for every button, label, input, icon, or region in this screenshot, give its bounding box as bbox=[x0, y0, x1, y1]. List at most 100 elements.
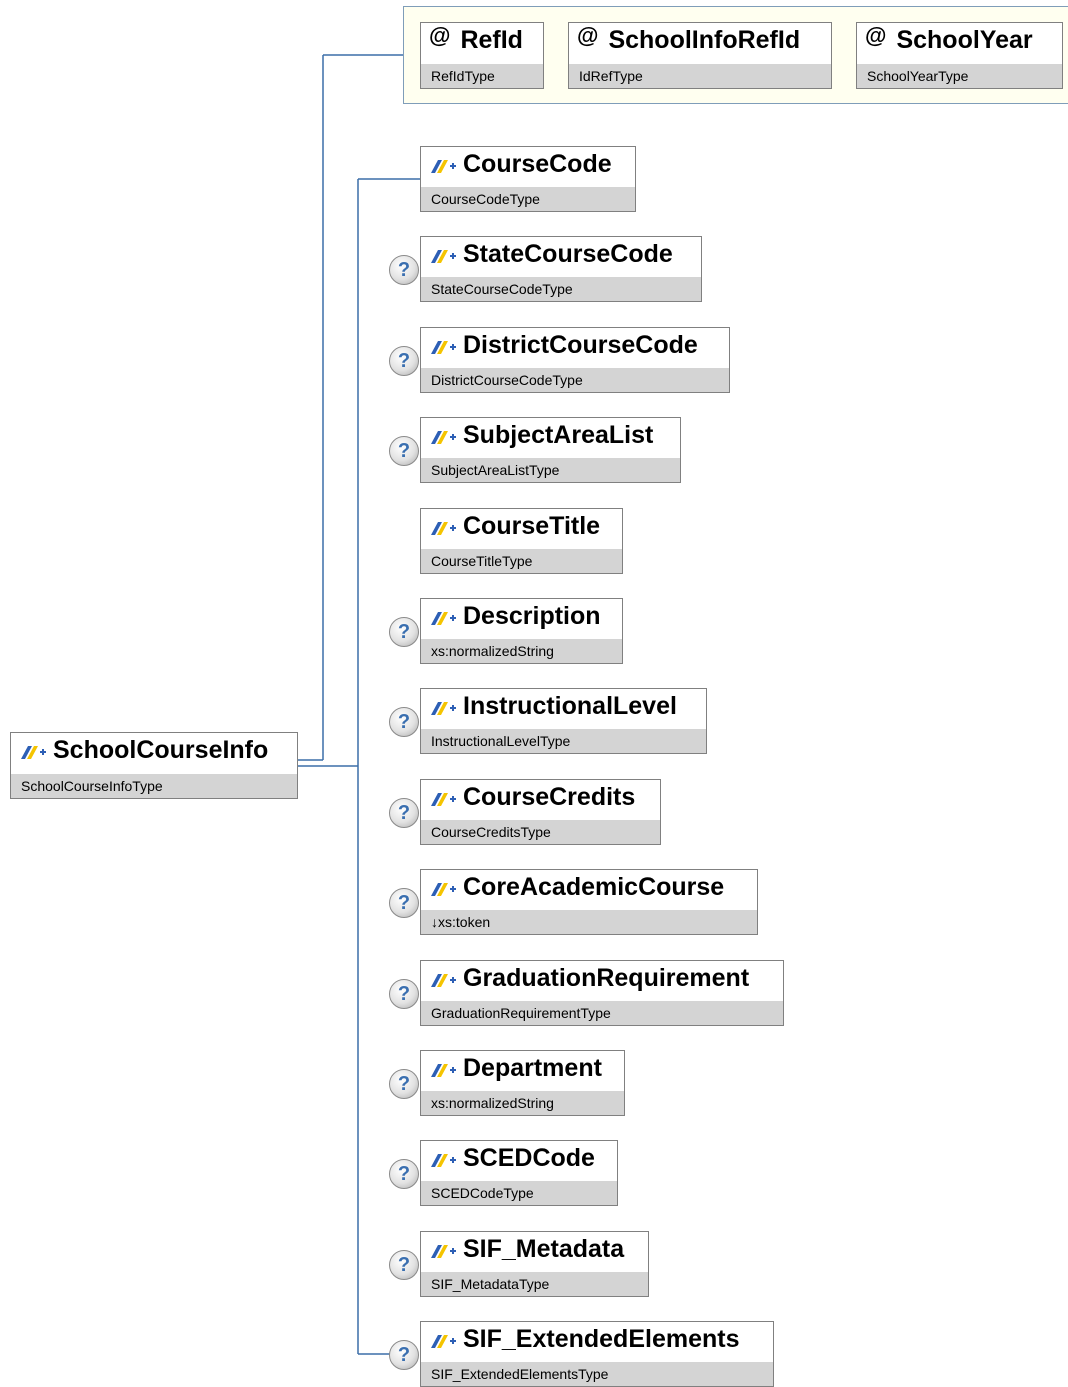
element-name-row: SIF_Metadata bbox=[421, 1232, 648, 1266]
at-sign-icon: @ bbox=[865, 23, 887, 48]
element-name: CoreAcademicCourse bbox=[463, 873, 725, 901]
element-name-row: Department bbox=[421, 1051, 624, 1085]
root-element-type: SchoolCourseInfoType bbox=[11, 774, 297, 798]
element-name-row: GraduationRequirement bbox=[421, 961, 783, 995]
question-mark-icon: ? bbox=[389, 1069, 419, 1099]
element-name-row: SCEDCode bbox=[421, 1141, 617, 1175]
element-node-sif-metadata[interactable]: SIF_Metadata SIF_MetadataType bbox=[420, 1231, 649, 1297]
question-mark-icon: ? bbox=[389, 1159, 419, 1189]
element-icon bbox=[429, 241, 457, 263]
attribute-type: IdRefType bbox=[569, 64, 831, 88]
element-node-instructionallevel[interactable]: InstructionalLevel InstructionalLevelType bbox=[420, 688, 707, 754]
element-type: xs:normalizedString bbox=[421, 1091, 624, 1115]
question-mark-icon: ? bbox=[389, 979, 419, 1009]
element-name: StateCourseCode bbox=[463, 240, 673, 268]
element-node-coursecode[interactable]: CourseCode CourseCodeType bbox=[420, 146, 636, 212]
element-type: CourseCreditsType bbox=[421, 820, 660, 844]
question-mark-icon: ? bbox=[389, 255, 419, 285]
element-node-statecoursecode[interactable]: StateCourseCode StateCourseCodeType bbox=[420, 236, 702, 302]
element-type: SCEDCodeType bbox=[421, 1181, 617, 1205]
element-type: ↓xs:token bbox=[421, 910, 757, 934]
element-node-department[interactable]: Department xs:normalizedString bbox=[420, 1050, 625, 1116]
element-icon bbox=[429, 513, 457, 535]
element-icon bbox=[429, 603, 457, 625]
element-type: DistrictCourseCodeType bbox=[421, 368, 729, 392]
element-icon bbox=[19, 737, 47, 759]
element-name: CourseTitle bbox=[463, 512, 601, 540]
element-node-scedcode[interactable]: SCEDCode SCEDCodeType bbox=[420, 1140, 618, 1206]
element-icon bbox=[429, 1055, 457, 1077]
at-sign-icon: @ bbox=[429, 23, 451, 48]
element-icon bbox=[429, 965, 457, 987]
element-node-coreacademiccourse[interactable]: CoreAcademicCourse ↓xs:token bbox=[420, 869, 758, 935]
element-type: SIF_ExtendedElementsType bbox=[421, 1362, 773, 1386]
element-icon bbox=[429, 693, 457, 715]
element-type: SubjectAreaListType bbox=[421, 458, 680, 482]
question-mark-icon: ? bbox=[389, 798, 419, 828]
attribute-node-refid[interactable]: @ RefId RefIdType bbox=[420, 22, 544, 89]
element-icon bbox=[429, 784, 457, 806]
element-name: SCEDCode bbox=[463, 1144, 595, 1172]
element-name: SubjectAreaList bbox=[463, 421, 654, 449]
element-name: CourseCredits bbox=[463, 783, 636, 811]
element-name: Description bbox=[463, 602, 601, 630]
attribute-type: RefIdType bbox=[421, 64, 543, 88]
attribute-name: RefId bbox=[460, 26, 523, 54]
element-type: InstructionalLevelType bbox=[421, 729, 706, 753]
element-type: CourseTitleType bbox=[421, 549, 622, 573]
element-icon bbox=[429, 422, 457, 444]
element-icon bbox=[429, 1145, 457, 1167]
element-name: GraduationRequirement bbox=[463, 964, 750, 992]
element-node-subjectarealist[interactable]: SubjectAreaList SubjectAreaListType bbox=[420, 417, 681, 483]
attribute-node-schoolinforefid[interactable]: @ SchoolInfoRefId IdRefType bbox=[568, 22, 832, 89]
element-name-row: CourseCredits bbox=[421, 780, 660, 814]
at-sign-icon: @ bbox=[577, 23, 599, 48]
element-type: SIF_MetadataType bbox=[421, 1272, 648, 1296]
element-node-description[interactable]: Description xs:normalizedString bbox=[420, 598, 623, 664]
attribute-name-row: @ SchoolYear bbox=[857, 23, 1062, 57]
element-icon bbox=[429, 1236, 457, 1258]
element-name: CourseCode bbox=[463, 150, 612, 178]
attribute-node-schoolyear[interactable]: @ SchoolYear SchoolYearType bbox=[856, 22, 1063, 89]
element-name: DistrictCourseCode bbox=[463, 331, 698, 359]
element-name: SIF_Metadata bbox=[463, 1235, 625, 1263]
element-icon bbox=[429, 874, 457, 896]
element-name-row: CoreAcademicCourse bbox=[421, 870, 757, 904]
element-name: Department bbox=[463, 1054, 602, 1082]
attribute-name: SchoolYear bbox=[896, 26, 1033, 54]
element-name-row: StateCourseCode bbox=[421, 237, 701, 271]
element-name-row: SubjectAreaList bbox=[421, 418, 680, 452]
attribute-type: SchoolYearType bbox=[857, 64, 1062, 88]
element-name-row: InstructionalLevel bbox=[421, 689, 706, 723]
element-name: SIF_ExtendedElements bbox=[463, 1325, 740, 1353]
element-type: StateCourseCodeType bbox=[421, 277, 701, 301]
element-node-districtcoursecode[interactable]: DistrictCourseCode DistrictCourseCodeType bbox=[420, 327, 730, 393]
question-mark-icon: ? bbox=[389, 707, 419, 737]
element-name-row: DistrictCourseCode bbox=[421, 328, 729, 362]
element-node-sif-extendedelements[interactable]: SIF_ExtendedElements SIF_ExtendedElements… bbox=[420, 1321, 774, 1387]
element-name-row: Description bbox=[421, 599, 622, 633]
element-node-graduationrequirement[interactable]: GraduationRequirement GraduationRequireme… bbox=[420, 960, 784, 1026]
element-type: GraduationRequirementType bbox=[421, 1001, 783, 1025]
element-icon bbox=[429, 1326, 457, 1348]
question-mark-icon: ? bbox=[389, 617, 419, 647]
element-node-coursecredits[interactable]: CourseCredits CourseCreditsType bbox=[420, 779, 661, 845]
question-mark-icon: ? bbox=[389, 1250, 419, 1280]
root-element-name-row: SchoolCourseInfo bbox=[11, 733, 297, 767]
question-mark-icon: ? bbox=[389, 346, 419, 376]
element-icon bbox=[429, 332, 457, 354]
element-name-row: CourseCode bbox=[421, 147, 635, 181]
attribute-name: SchoolInfoRefId bbox=[608, 26, 801, 54]
element-name-row: CourseTitle bbox=[421, 509, 622, 543]
element-name-row: SIF_ExtendedElements bbox=[421, 1322, 773, 1356]
attribute-name-row: @ SchoolInfoRefId bbox=[569, 23, 831, 57]
element-type: xs:normalizedString bbox=[421, 639, 622, 663]
attribute-name-row: @ RefId bbox=[421, 23, 543, 57]
root-element-name: SchoolCourseInfo bbox=[53, 736, 269, 764]
question-mark-icon: ? bbox=[389, 888, 419, 918]
root-element-node[interactable]: SchoolCourseInfo SchoolCourseInfoType bbox=[10, 732, 298, 799]
element-name: InstructionalLevel bbox=[463, 692, 677, 720]
question-mark-icon: ? bbox=[389, 436, 419, 466]
element-type: CourseCodeType bbox=[421, 187, 635, 211]
element-node-coursetitle[interactable]: CourseTitle CourseTitleType bbox=[420, 508, 623, 574]
